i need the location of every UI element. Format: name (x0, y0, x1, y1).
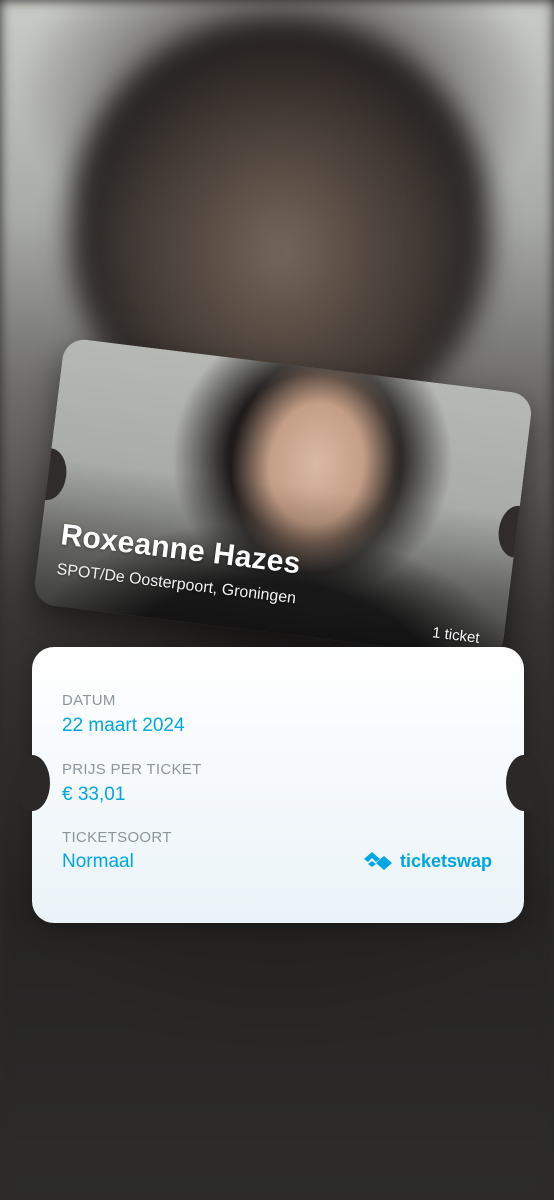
price-label: PRIJS PER TICKET (62, 761, 202, 778)
date-value: 22 maart 2024 (62, 715, 185, 736)
ticketswap-brand: ticketswap (362, 850, 492, 872)
ticket-type-label: TICKETSOORT (62, 829, 172, 846)
ticket-notch-right (506, 755, 542, 811)
price-value: € 33,01 (62, 784, 126, 805)
ticket-notch-left (14, 755, 50, 811)
brand-name: ticketswap (399, 850, 492, 871)
ticket-screen: Roxeanne Hazes SPOT/De Oosterpoort, Gron… (0, 0, 554, 1200)
ticket-event-card[interactable]: Roxeanne Hazes SPOT/De Oosterpoort, Gron… (32, 337, 534, 661)
ticket-type-value: Normaal (62, 851, 134, 872)
ticketswap-logo-icon (362, 850, 394, 872)
date-label: DATUM (62, 692, 116, 709)
ticket-details-card: DATUM 22 maart 2024 PRIJS PER TICKET € 3… (14, 647, 542, 923)
ticket-count: 1 ticket (431, 624, 481, 647)
